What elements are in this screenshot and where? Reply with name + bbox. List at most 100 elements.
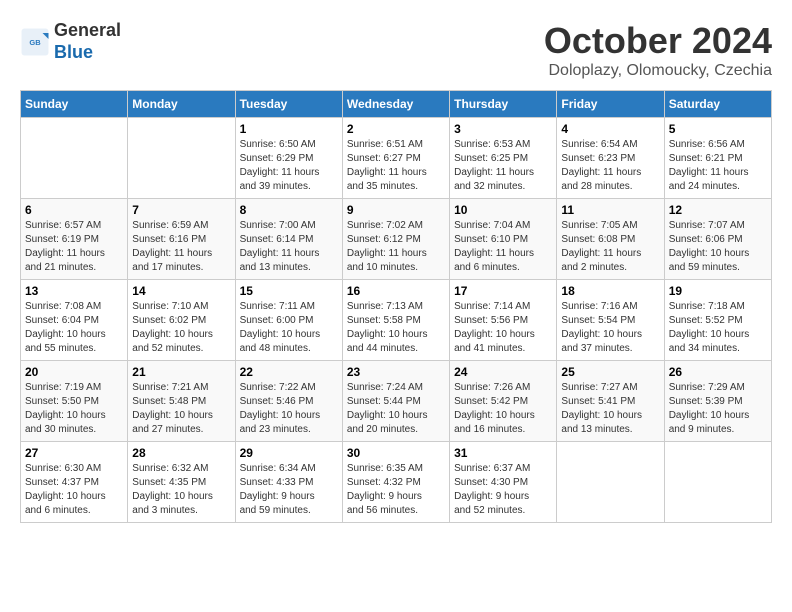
weekday-header: Saturday [664,91,771,118]
day-number: 1 [240,122,338,136]
weekday-header-row: SundayMondayTuesdayWednesdayThursdayFrid… [21,91,772,118]
day-number: 8 [240,203,338,217]
calendar-cell [21,118,128,199]
calendar-cell: 27Sunrise: 6:30 AM Sunset: 4:37 PM Dayli… [21,442,128,523]
calendar-cell: 16Sunrise: 7:13 AM Sunset: 5:58 PM Dayli… [342,280,449,361]
logo-name-general: General [54,20,121,42]
day-number: 28 [132,446,230,460]
day-number: 12 [669,203,767,217]
weekday-header: Thursday [450,91,557,118]
calendar-cell: 13 Sunrise: 7:08 AM Sunset: 6:04 PM Dayli… [21,280,128,361]
calendar-week-row: 27Sunrise: 6:30 AM Sunset: 4:37 PM Dayli… [21,442,772,523]
day-info: Sunrise: 6:53 AM Sunset: 6:25 PM Dayligh… [454,138,552,194]
calendar-cell: 17 Sunrise: 7:14 AM Sunset: 5:56 PM Dayli… [450,280,557,361]
day-info: Sunrise: 7:21 AM Sunset: 5:48 PM Dayligh… [132,381,230,437]
day-info: Sunrise: 6:35 AM Sunset: 4:32 PM Dayligh… [347,462,445,518]
day-number: 7 [132,203,230,217]
day-number: 25 [561,365,659,379]
calendar-week-row: 13 Sunrise: 7:08 AM Sunset: 6:04 PM Dayli… [21,280,772,361]
day-info: Sunrise: 7:08 AM Sunset: 6:04 PM Dayligh… [25,300,123,356]
day-number: 4 [561,122,659,136]
day-number: 20 [25,365,123,379]
calendar-cell: 29 Sunrise: 6:34 AM Sunset: 4:33 PM Dayli… [235,442,342,523]
calendar-cell: 6Sunrise: 6:57 AM Sunset: 6:19 PM Daylig… [21,199,128,280]
calendar-cell: 12 Sunrise: 7:07 AM Sunset: 6:06 PM Dayli… [664,199,771,280]
day-number: 13 [25,284,123,298]
day-number: 3 [454,122,552,136]
calendar-week-row: 20Sunrise: 7:19 AM Sunset: 5:50 PM Dayli… [21,361,772,442]
calendar-cell: 31 Sunrise: 6:37 AM Sunset: 4:30 PM Dayli… [450,442,557,523]
day-number: 15 [240,284,338,298]
day-info: Sunrise: 7:22 AM Sunset: 5:46 PM Dayligh… [240,381,338,437]
calendar-cell: 21 Sunrise: 7:21 AM Sunset: 5:48 PM Dayli… [128,361,235,442]
calendar-cell [557,442,664,523]
day-info: Sunrise: 6:57 AM Sunset: 6:19 PM Dayligh… [25,219,123,275]
day-info: Sunrise: 6:51 AM Sunset: 6:27 PM Dayligh… [347,138,445,194]
day-info: Sunrise: 7:27 AM Sunset: 5:41 PM Dayligh… [561,381,659,437]
day-info: Sunrise: 6:37 AM Sunset: 4:30 PM Dayligh… [454,462,552,518]
day-number: 21 [132,365,230,379]
day-number: 17 [454,284,552,298]
day-number: 11 [561,203,659,217]
day-info: Sunrise: 6:32 AM Sunset: 4:35 PM Dayligh… [132,462,230,518]
logo-name-blue: Blue [54,42,121,64]
day-number: 19 [669,284,767,298]
day-number: 16 [347,284,445,298]
day-number: 10 [454,203,552,217]
calendar-cell: 4 Sunrise: 6:54 AM Sunset: 6:23 PM Daylig… [557,118,664,199]
weekday-header: Sunday [21,91,128,118]
day-info: Sunrise: 7:14 AM Sunset: 5:56 PM Dayligh… [454,300,552,356]
calendar-table: SundayMondayTuesdayWednesdayThursdayFrid… [20,90,772,523]
calendar-cell: 3 Sunrise: 6:53 AM Sunset: 6:25 PM Daylig… [450,118,557,199]
calendar-cell: 7Sunrise: 6:59 AM Sunset: 6:16 PM Daylig… [128,199,235,280]
day-number: 26 [669,365,767,379]
calendar-cell: 18Sunrise: 7:16 AM Sunset: 5:54 PM Dayli… [557,280,664,361]
location-subtitle: Doloplazy, Olomoucky, Czechia [544,62,772,80]
day-info: Sunrise: 7:18 AM Sunset: 5:52 PM Dayligh… [669,300,767,356]
weekday-header: Friday [557,91,664,118]
day-info: Sunrise: 7:11 AM Sunset: 6:00 PM Dayligh… [240,300,338,356]
calendar-cell: 15 Sunrise: 7:11 AM Sunset: 6:00 PM Dayli… [235,280,342,361]
calendar-cell: 8 Sunrise: 7:00 AM Sunset: 6:14 PM Daylig… [235,199,342,280]
day-info: Sunrise: 7:00 AM Sunset: 6:14 PM Dayligh… [240,219,338,275]
calendar-cell: 1 Sunrise: 6:50 AM Sunset: 6:29 PM Daylig… [235,118,342,199]
day-info: Sunrise: 6:54 AM Sunset: 6:23 PM Dayligh… [561,138,659,194]
day-info: Sunrise: 7:05 AM Sunset: 6:08 PM Dayligh… [561,219,659,275]
weekday-header: Wednesday [342,91,449,118]
day-info: Sunrise: 7:07 AM Sunset: 6:06 PM Dayligh… [669,219,767,275]
day-info: Sunrise: 6:56 AM Sunset: 6:21 PM Dayligh… [669,138,767,194]
day-number: 31 [454,446,552,460]
day-info: Sunrise: 6:50 AM Sunset: 6:29 PM Dayligh… [240,138,338,194]
calendar-cell: 14 Sunrise: 7:10 AM Sunset: 6:02 PM Dayli… [128,280,235,361]
calendar-week-row: 1 Sunrise: 6:50 AM Sunset: 6:29 PM Daylig… [21,118,772,199]
month-title: October 2024 [544,20,772,62]
calendar-cell: 23 Sunrise: 7:24 AM Sunset: 5:44 PM Dayli… [342,361,449,442]
day-info: Sunrise: 7:24 AM Sunset: 5:44 PM Dayligh… [347,381,445,437]
calendar-cell: 5Sunrise: 6:56 AM Sunset: 6:21 PM Daylig… [664,118,771,199]
day-number: 24 [454,365,552,379]
calendar-cell: 20Sunrise: 7:19 AM Sunset: 5:50 PM Dayli… [21,361,128,442]
logo-icon: GB [20,27,50,57]
calendar-cell: 11 Sunrise: 7:05 AM Sunset: 6:08 PM Dayli… [557,199,664,280]
day-info: Sunrise: 7:02 AM Sunset: 6:12 PM Dayligh… [347,219,445,275]
day-info: Sunrise: 6:30 AM Sunset: 4:37 PM Dayligh… [25,462,123,518]
weekday-header: Tuesday [235,91,342,118]
day-number: 30 [347,446,445,460]
calendar-cell [664,442,771,523]
calendar-cell: 26Sunrise: 7:29 AM Sunset: 5:39 PM Dayli… [664,361,771,442]
day-number: 29 [240,446,338,460]
calendar-cell: 24 Sunrise: 7:26 AM Sunset: 5:42 PM Dayli… [450,361,557,442]
day-number: 18 [561,284,659,298]
calendar-cell: 22 Sunrise: 7:22 AM Sunset: 5:46 PM Dayli… [235,361,342,442]
day-number: 23 [347,365,445,379]
day-number: 22 [240,365,338,379]
day-info: Sunrise: 7:10 AM Sunset: 6:02 PM Dayligh… [132,300,230,356]
day-info: Sunrise: 7:26 AM Sunset: 5:42 PM Dayligh… [454,381,552,437]
calendar-cell: 10Sunrise: 7:04 AM Sunset: 6:10 PM Dayli… [450,199,557,280]
weekday-header: Monday [128,91,235,118]
calendar-cell: 9Sunrise: 7:02 AM Sunset: 6:12 PM Daylig… [342,199,449,280]
calendar-cell: 30 Sunrise: 6:35 AM Sunset: 4:32 PM Dayli… [342,442,449,523]
day-number: 14 [132,284,230,298]
day-info: Sunrise: 6:34 AM Sunset: 4:33 PM Dayligh… [240,462,338,518]
svg-text:GB: GB [29,38,41,47]
